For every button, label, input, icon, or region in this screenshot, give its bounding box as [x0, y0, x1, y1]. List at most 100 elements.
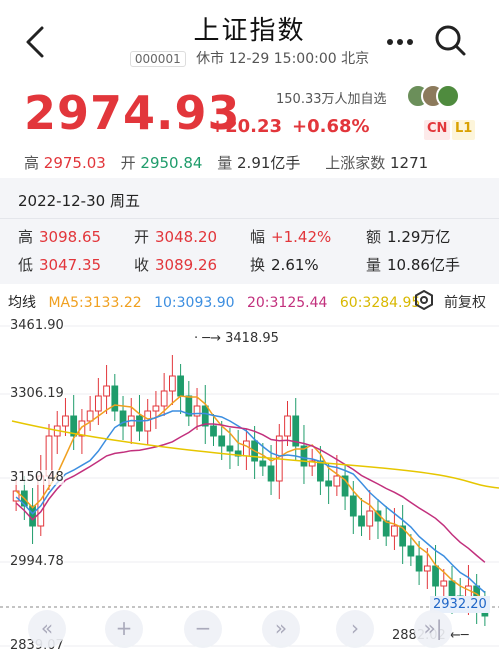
detail-cell-value: 10.86亿手 [387, 256, 460, 274]
candlestick-chart[interactable] [0, 316, 499, 656]
high-label: 高 [24, 154, 40, 172]
candle-body [111, 385, 119, 412]
candle-body [193, 405, 201, 417]
divider [0, 218, 499, 219]
stock-code: 000001 [129, 51, 186, 67]
detail-cell-value: 3098.65 [39, 228, 102, 246]
candle-body [210, 425, 217, 437]
detail-cell: 收 3089.26 [134, 254, 217, 275]
detail-date: 2022-12-30 周五 [18, 192, 140, 210]
ma20-value: 20:3125.44 [246, 295, 328, 311]
detail-cell: 额 1.29万亿 [366, 226, 450, 247]
open-label: 开 [120, 154, 136, 172]
watcher-avatars[interactable] [406, 84, 462, 108]
candle-body [317, 460, 324, 482]
quote-stats: 高 2975.03 开 2950.84 量 2.91亿手 上涨家数 1271 [24, 152, 428, 173]
ma10-value: 10:3093.90 [154, 295, 235, 311]
detail-cell: 量 10.86亿手 [366, 254, 460, 275]
high-arrow: · ─→ [194, 331, 226, 346]
candle-body [267, 465, 275, 482]
market-status: 休市 12-29 15:00:00 北京 [196, 51, 370, 67]
detail-cell-value: 3047.35 [39, 256, 102, 274]
detail-cell-label: 量 [366, 256, 382, 274]
jump-latest-button[interactable]: »| [414, 610, 452, 648]
y-axis-label: 3461.90 [10, 318, 64, 333]
candle-body [218, 435, 226, 447]
detail-cell-value: +1.42% [271, 228, 332, 246]
candle-body [29, 505, 36, 527]
candle-body [62, 415, 69, 427]
y-axis-label: 3306.19 [10, 386, 64, 401]
ma5-line [15, 395, 486, 602]
open-value: 2950.84 [140, 154, 203, 172]
y-axis-label: 3150.48 [10, 470, 64, 485]
zoom-in-button[interactable]: + [105, 610, 143, 648]
detail-cell-label: 换 [250, 256, 266, 274]
pan-right-fast-button[interactable]: » [262, 610, 300, 648]
moving-average-legend[interactable]: 均线 MA5:3133.22 10:3093.90 20:3125.44 60:… [8, 292, 428, 312]
candle-body [407, 545, 415, 557]
detail-cell-label: 低 [18, 256, 34, 274]
candle-detail-panel: 2022-12-30 周五 高 3098.65 开 3048.20 幅 +1.42% 额 1.… [0, 178, 499, 284]
advancers-value: 1271 [390, 154, 429, 172]
detail-cell: 幅 +1.42% [250, 226, 331, 247]
candle-body [94, 395, 102, 412]
detail-cell-label: 开 [134, 228, 150, 246]
candle-body [177, 375, 184, 397]
advancers-label: 上涨家数 [325, 154, 386, 172]
more-icon[interactable] [384, 32, 416, 52]
candle-body [284, 415, 291, 437]
pan-left-button[interactable]: « [28, 610, 66, 648]
candle-body [349, 495, 357, 517]
ma-title: 均线 [8, 295, 36, 311]
candle-body [366, 510, 374, 527]
current-price: 2974.93 [24, 86, 241, 140]
price-adjust-toggle[interactable]: 前复权 [444, 292, 486, 312]
candle-body [103, 385, 110, 397]
period-high-marker: · ─→ 3418.95 [194, 331, 279, 346]
ma60-value: 60:3284.95 [339, 295, 421, 311]
candle-body [259, 460, 267, 467]
detail-cell: 低 3047.35 [18, 254, 101, 275]
candle-body [168, 375, 176, 392]
candle-body [86, 410, 94, 422]
detail-cell-label: 幅 [250, 228, 266, 246]
ma10-line [15, 410, 486, 594]
quote-status: 000001 休市 12-29 15:00:00 北京 [0, 48, 499, 68]
settings-icon[interactable] [414, 289, 434, 311]
avatar [436, 84, 460, 108]
high-marker-value: 3418.95 [225, 331, 279, 346]
ma5-value: MA5:3133.22 [48, 295, 142, 311]
candle-body [243, 440, 250, 457]
price-change-percent: +0.68% [292, 116, 370, 137]
header: 上证指数 000001 休市 12-29 15:00:00 北京 [0, 0, 499, 84]
market-badge: CN [424, 120, 451, 140]
candle-body [333, 475, 341, 487]
level-badge[interactable]: L1 [452, 120, 476, 140]
candle-body [325, 480, 333, 487]
detail-cell: 开 3048.20 [134, 226, 217, 247]
detail-cell-label: 收 [134, 256, 150, 274]
candle-body [432, 565, 439, 587]
high-value: 2975.03 [43, 154, 106, 172]
watchlist-count[interactable]: 150.33万人加自选 [276, 88, 387, 107]
candle-body [160, 390, 168, 407]
candle-body [423, 565, 431, 572]
search-icon[interactable] [432, 22, 468, 58]
pan-right-button[interactable]: › [336, 610, 374, 648]
detail-cell: 换 2.61% [250, 254, 319, 275]
page-title: 上证指数 [193, 16, 306, 46]
candle-body [415, 555, 423, 572]
detail-cell-value: 1.29万亿 [387, 228, 451, 246]
volume-label: 量 [217, 154, 233, 172]
candle-body [391, 525, 398, 537]
candle-body [440, 580, 448, 587]
candle-body [201, 405, 209, 427]
volume-value: 2.91亿手 [237, 154, 301, 172]
candle-body [152, 405, 160, 412]
detail-cell-value: 2.61% [271, 256, 319, 274]
zoom-out-button[interactable]: − [184, 610, 222, 648]
y-axis-label: 2994.78 [10, 554, 64, 569]
detail-cell: 高 3098.65 [18, 226, 101, 247]
candle-body [136, 415, 143, 432]
